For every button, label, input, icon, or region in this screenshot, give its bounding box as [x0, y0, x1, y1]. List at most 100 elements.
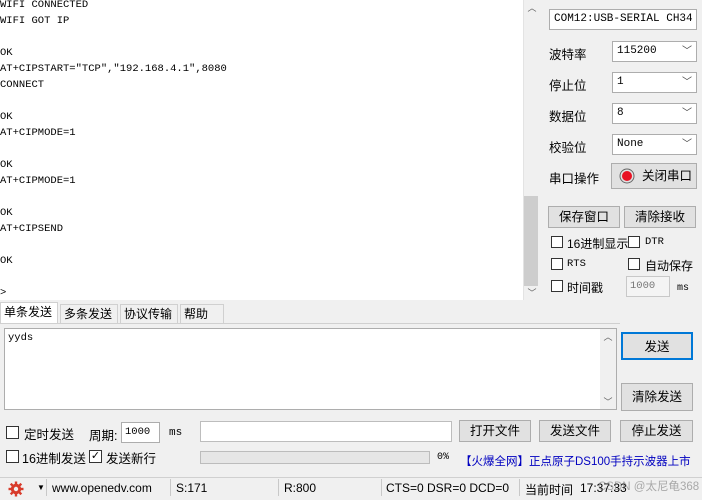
save-window-button[interactable]: 保存窗口 — [548, 206, 620, 228]
port-status-icon — [619, 168, 635, 184]
port-value: COM12:USB-SERIAL CH34 — [554, 13, 693, 25]
dtr-label: DTR — [645, 236, 664, 248]
chevron-down-icon: ﹀ — [682, 108, 692, 119]
receive-area[interactable]: WIFI CONNECTED WIFI GOT IP OK AT+CIPSTART="… — [0, 0, 523, 300]
receive-line: WIFI GOT IP — [0, 15, 70, 27]
rts-checkbox[interactable] — [551, 258, 563, 270]
serial-op-label: 串口操作 — [549, 172, 600, 186]
send-text-area[interactable]: yyds — [4, 328, 617, 410]
dtr-checkbox[interactable] — [628, 236, 640, 248]
send-file-button[interactable]: 发送文件 — [539, 420, 611, 442]
clear-receive-button[interactable]: 清除接收 — [624, 206, 696, 228]
scroll-up-icon[interactable]: ︿ — [600, 330, 616, 343]
timestamp-input[interactable]: 1000 — [626, 276, 670, 297]
scroll-up-icon[interactable]: ︿ — [524, 1, 540, 14]
website-link[interactable]: www.openedv.com — [52, 481, 152, 495]
receive-line: OK — [0, 159, 13, 171]
close-port-button[interactable]: 关闭串口 — [611, 163, 697, 189]
clear-receive-label: 清除接收 — [634, 210, 685, 224]
hex-display-label: 16进制显示 — [567, 237, 629, 251]
rts-label: RTS — [567, 258, 586, 270]
timestamp-value: 1000 — [630, 280, 656, 292]
stopbits-value: 1 — [617, 76, 624, 88]
clear-send-button[interactable]: 清除发送 — [621, 383, 693, 411]
parity-select[interactable]: None ﹀ — [612, 134, 697, 155]
tab-3[interactable]: 帮助 — [180, 304, 224, 323]
baud-select[interactable]: 115200 ﹀ — [612, 41, 697, 62]
chevron-down-icon: ﹀ — [682, 46, 692, 57]
timestamp-label: 时间戳 — [567, 281, 604, 295]
period-label: 周期: — [89, 429, 118, 443]
receive-line: AT+CIPMODE=1 — [0, 175, 76, 187]
timestamp-checkbox[interactable] — [551, 280, 563, 292]
tab-divider — [0, 323, 620, 324]
hex-send-label: 16进制发送 — [22, 452, 86, 466]
tab-0[interactable]: 单条发送 — [0, 302, 58, 323]
send-progress-bar — [200, 451, 430, 464]
receive-line — [0, 29, 520, 45]
receive-line: AT+CIPMODE=1 — [0, 127, 76, 139]
save-window-label: 保存窗口 — [558, 210, 609, 224]
send-button[interactable]: 发送 — [621, 332, 693, 360]
clear-send-label: 清除发送 — [631, 390, 682, 404]
receive-line: OK — [0, 111, 13, 123]
receive-scroll-thumb[interactable] — [524, 196, 538, 286]
open-file-button[interactable]: 打开文件 — [459, 420, 531, 442]
receive-line — [0, 237, 520, 253]
databits-value: 8 — [617, 107, 624, 119]
stopbits-label: 停止位 — [549, 79, 587, 93]
auto-save-checkbox[interactable] — [628, 258, 640, 270]
port-select[interactable]: COM12:USB-SERIAL CH34 — [549, 9, 697, 30]
receive-line — [0, 141, 520, 157]
receive-line: AT+CIPSTART="TCP","192.168.4.1",8080 — [0, 63, 227, 75]
dropdown-arrow-icon[interactable]: ▼ — [37, 483, 45, 492]
time-label: 当前时间 — [525, 483, 574, 497]
receive-line — [0, 189, 520, 205]
timed-send-checkbox[interactable] — [6, 426, 19, 439]
stop-send-label: 停止发送 — [631, 424, 682, 438]
watermark: CSDN @太尼龟368 — [598, 481, 700, 493]
auto-save-label: 自动保存 — [645, 259, 694, 273]
period-value: 1000 — [125, 426, 151, 438]
send-newline-label: 发送新行 — [106, 452, 157, 466]
stopbits-select[interactable]: 1 ﹀ — [612, 72, 697, 93]
receive-line — [0, 93, 520, 109]
receive-line: WIFI CONNECTED — [0, 0, 89, 11]
tab-1[interactable]: 多条发送 — [60, 304, 118, 323]
send-newline-checkbox[interactable]: ✓ — [89, 450, 102, 463]
period-unit: ms — [169, 427, 183, 439]
baud-label: 波特率 — [549, 48, 587, 62]
close-port-label: 关闭串口 — [642, 169, 693, 183]
send-file-label: 发送文件 — [549, 424, 600, 438]
hex-display-checkbox[interactable] — [551, 236, 563, 248]
parity-value: None — [617, 138, 644, 150]
stop-send-button[interactable]: 停止发送 — [620, 420, 693, 442]
received-count: R:800 — [284, 481, 317, 495]
file-path-field[interactable] — [200, 421, 452, 442]
receive-line: CONNECT — [0, 79, 45, 91]
scroll-down-icon[interactable]: ﹀ — [524, 286, 540, 299]
receive-line: OK — [0, 255, 13, 267]
checkmark-icon: ✓ — [90, 450, 101, 462]
databits-select[interactable]: 8 ﹀ — [612, 103, 697, 124]
chevron-down-icon: ﹀ — [682, 139, 692, 150]
receive-line — [0, 269, 520, 285]
timed-send-label: 定时发送 — [24, 428, 75, 442]
sent-count: S:171 — [176, 481, 208, 495]
send-scrollbar[interactable]: ︿ ﹀ — [600, 329, 616, 409]
send-label: 发送 — [644, 340, 670, 354]
chevron-down-icon: ﹀ — [682, 77, 692, 88]
settings-gear-icon[interactable] — [8, 481, 24, 500]
line-status: CTS=0 DSR=0 DCD=0 — [386, 481, 510, 495]
receive-line: > — [0, 287, 7, 299]
period-input[interactable]: 1000 — [121, 422, 160, 443]
ad-link[interactable]: 【火爆全网】正点原子DS100手持示波器上市 — [460, 453, 691, 469]
baud-value: 115200 — [617, 45, 657, 57]
receive-line: OK — [0, 207, 13, 219]
scroll-down-icon[interactable]: ﹀ — [600, 395, 616, 408]
hex-send-checkbox[interactable] — [6, 450, 19, 463]
open-file-label: 打开文件 — [469, 424, 520, 438]
databits-label: 数据位 — [549, 110, 587, 124]
tab-2[interactable]: 协议传输 — [120, 304, 178, 323]
receive-line: OK — [0, 47, 13, 59]
